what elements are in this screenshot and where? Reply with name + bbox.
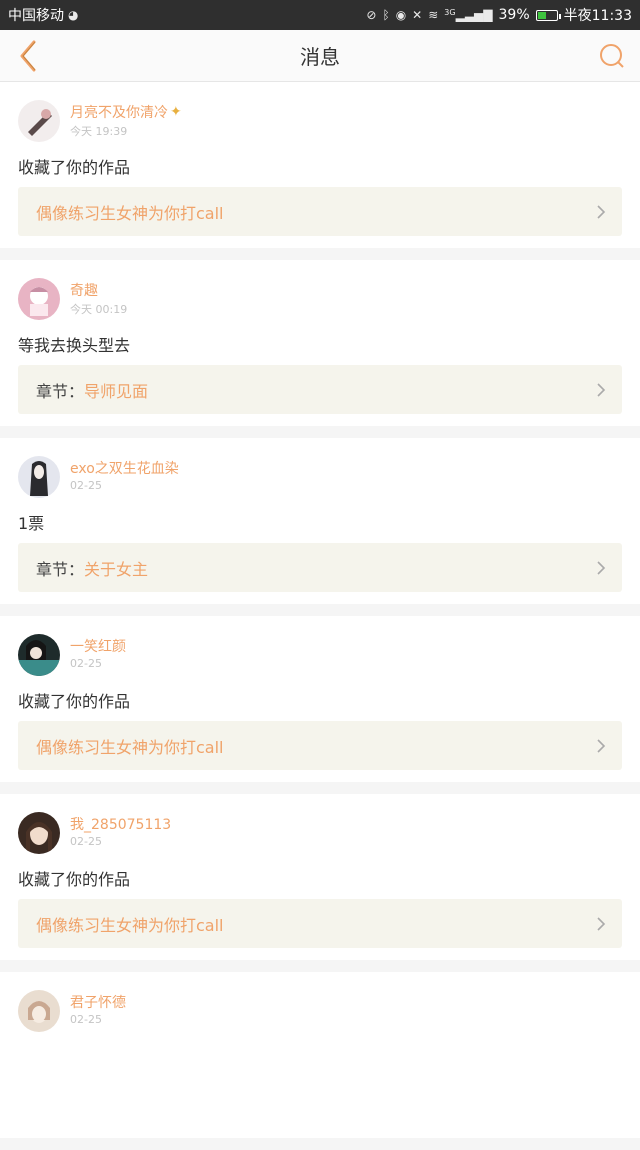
bluetooth-icon: ᛒ: [382, 8, 390, 22]
timestamp: 今天 19:39: [70, 125, 128, 138]
list-item[interactable]: 我_285075113 02-25 收藏了你的作品 偶像练习生女神为你打call: [0, 794, 640, 960]
status-bar: 中国移动 ◕ ⊘ ᛒ ◉ ✕ ≋ 3G▂▃▅▇ 39% 半夜11:33: [0, 0, 640, 30]
mute-icon: ✕: [412, 8, 423, 22]
chevron-right-icon: [597, 561, 606, 575]
nav-bar: 消息: [0, 30, 640, 82]
username-text: 我_285075113: [70, 817, 172, 833]
list-item[interactable]: 月亮不及你清冷 ✦ 今天 19:39 收藏了你的作品 偶像练习生女神为你打cal…: [0, 82, 640, 248]
message-content: 等我去换头型去: [18, 336, 131, 355]
timestamp: 02-25: [70, 835, 102, 848]
username-text: 一笑红颜: [70, 639, 126, 655]
network-type-label: 3G: [444, 8, 456, 17]
chapter-title: 关于女主: [84, 559, 149, 579]
avatar[interactable]: [18, 100, 60, 142]
avatar[interactable]: [18, 990, 60, 1032]
page-title: 消息: [300, 45, 340, 69]
username[interactable]: 君子怀德: [70, 992, 126, 1012]
username-text: exo之双生花血染: [70, 461, 179, 477]
chevron-right-icon: [597, 205, 606, 219]
work-title: 偶像练习生女神为你打call: [36, 203, 224, 223]
chapter-link[interactable]: 章节： 关于女主: [18, 543, 622, 592]
work-title: 偶像练习生女神为你打call: [36, 915, 224, 935]
referenced-work-link[interactable]: 偶像练习生女神为你打call: [18, 187, 622, 236]
back-button[interactable]: [8, 36, 48, 76]
list-item[interactable]: 一笑红颜 02-25 收藏了你的作品 偶像练习生女神为你打call: [0, 616, 640, 782]
chevron-left-icon: [20, 40, 36, 72]
timestamp: 02-25: [70, 657, 102, 670]
nfc-icon: ⊘: [366, 8, 377, 22]
clock: 半夜11:33: [563, 8, 632, 24]
avatar[interactable]: [18, 634, 60, 676]
username-text: 君子怀德: [70, 995, 126, 1011]
timestamp: 02-25: [70, 1013, 102, 1026]
list-item[interactable]: exo之双生花血染 02-25 1票 章节： 关于女主: [0, 438, 640, 604]
chapter-prefix: 章节：: [36, 559, 85, 579]
list-item[interactable]: 奇趣 今天 00:19 等我去换头型去 章节： 导师见面: [0, 260, 640, 426]
search-button[interactable]: [594, 38, 630, 74]
battery-icon: [535, 9, 561, 21]
referenced-work-link[interactable]: 偶像练习生女神为你打call: [18, 721, 622, 770]
wifi-icon: ≋: [428, 8, 439, 22]
work-title: 偶像练习生女神为你打call: [36, 737, 224, 757]
avatar[interactable]: [18, 278, 60, 320]
list-item[interactable]: 君子怀德 02-25: [0, 972, 640, 1138]
chevron-right-icon: [597, 739, 606, 753]
timestamp: 今天 00:19: [70, 303, 128, 316]
username[interactable]: 奇趣: [70, 280, 98, 300]
chevron-right-icon: [597, 383, 606, 397]
data-saver-icon: ◕: [68, 8, 79, 22]
avatar[interactable]: [18, 456, 60, 498]
vip-badge-icon: ✦: [170, 104, 182, 120]
signal-icon: 3G▂▃▅▇: [444, 8, 493, 22]
timestamp: 02-25: [70, 479, 102, 492]
chevron-right-icon: [597, 917, 606, 931]
avatar[interactable]: [18, 812, 60, 854]
carrier-label: 中国移动: [8, 8, 64, 24]
chapter-prefix: 章节：: [36, 381, 85, 401]
chapter-link[interactable]: 章节： 导师见面: [18, 365, 622, 414]
eye-icon: ◉: [395, 8, 407, 22]
search-icon: [600, 44, 624, 68]
username[interactable]: 一笑红颜: [70, 636, 126, 656]
message-content: 1票: [18, 514, 45, 533]
message-content: 收藏了你的作品: [18, 870, 131, 889]
referenced-work-link[interactable]: 偶像练习生女神为你打call: [18, 899, 622, 948]
chapter-title: 导师见面: [84, 381, 149, 401]
battery-percent: 39%: [498, 7, 530, 23]
message-content: 收藏了你的作品: [18, 158, 131, 177]
username-text: 奇趣: [70, 283, 98, 299]
message-list: 月亮不及你清冷 ✦ 今天 19:39 收藏了你的作品 偶像练习生女神为你打cal…: [0, 82, 640, 1150]
username-text: 月亮不及你清冷: [70, 105, 168, 121]
message-content: 收藏了你的作品: [18, 692, 131, 711]
username[interactable]: 我_285075113: [70, 814, 171, 834]
username[interactable]: exo之双生花血染: [70, 458, 179, 478]
username[interactable]: 月亮不及你清冷 ✦: [70, 102, 182, 122]
